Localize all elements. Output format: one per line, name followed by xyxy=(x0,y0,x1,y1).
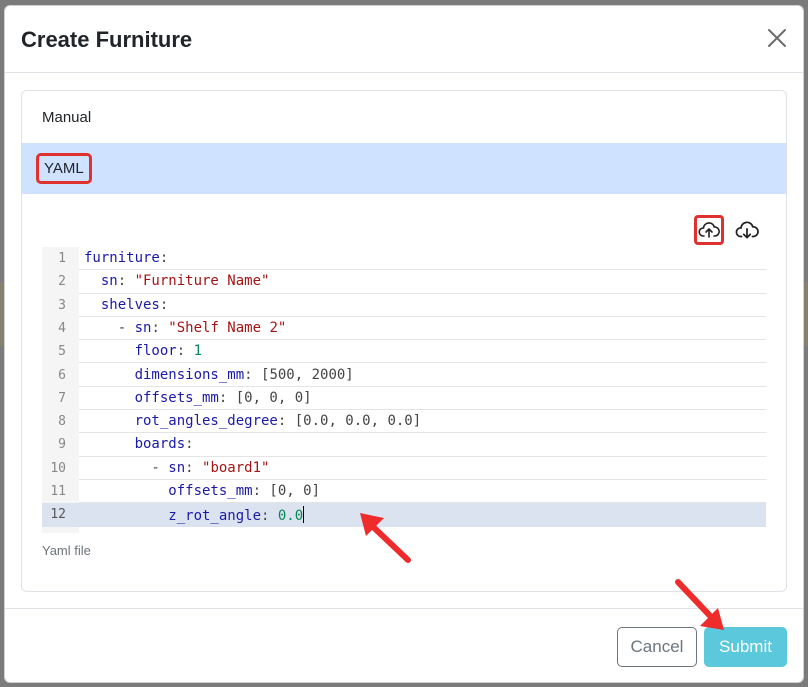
modal-title: Create Furniture xyxy=(21,27,193,52)
code-text: boards: xyxy=(84,436,194,453)
line-number: 7 xyxy=(58,390,66,406)
code-text: shelves: xyxy=(84,296,169,313)
line-number: 2 xyxy=(58,274,66,290)
create-furniture-dialog: Create Furniture Manual YAML 1 furniture… xyxy=(4,5,804,683)
code-line[interactable]: 12 z_rot_angle: 0.0 xyxy=(42,503,766,527)
code-text: offsets_mm: [0, 0] xyxy=(84,483,321,499)
tab-manual-label: Manual xyxy=(42,109,92,126)
line-number: 4 xyxy=(58,320,66,336)
line-number: 5 xyxy=(58,344,66,360)
line-number: 10 xyxy=(50,460,66,476)
code-line[interactable]: 11 offsets_mm: [0, 0] xyxy=(42,480,766,504)
line-number: 3 xyxy=(58,297,66,313)
code-text: - sn: "board1" xyxy=(84,459,270,476)
close-button[interactable] xyxy=(765,26,789,50)
code-text: z_rot_angle: 0.0 xyxy=(84,506,305,525)
code-text: furniture: xyxy=(84,250,169,266)
download-yaml-button[interactable] xyxy=(734,217,760,243)
cancel-button[interactable]: Cancel xyxy=(617,627,697,667)
code-text: dimensions_mm: [500, 2000] xyxy=(84,366,354,383)
line-number: 9 xyxy=(58,437,66,453)
yaml-file-hint: Yaml file xyxy=(42,543,91,558)
code-line[interactable]: 4 - sn: "Shelf Name 2" xyxy=(42,317,766,341)
yaml-code-editor[interactable]: 1 furniture: 2 sn: "Furniture Name" 3 shelv… xyxy=(42,247,766,533)
line-number: 1 xyxy=(58,251,66,266)
cloud-download-icon xyxy=(735,221,759,239)
modal-header: Create Furniture xyxy=(5,6,803,73)
line-number: 6 xyxy=(58,367,66,383)
code-text: sn: "Furniture Name" xyxy=(84,273,270,290)
code-line[interactable]: 8 rot_angles_degree: [0.0, 0.0, 0.0] xyxy=(42,410,766,434)
modal-footer: Cancel Submit xyxy=(5,608,803,682)
code-text: - sn: "Shelf Name 2" xyxy=(84,319,287,336)
code-line[interactable]: 3 shelves: xyxy=(42,294,766,317)
upload-yaml-button[interactable] xyxy=(694,215,724,245)
code-line[interactable]: 2 sn: "Furniture Name" xyxy=(42,270,766,294)
code-text: offsets_mm: [0, 0, 0] xyxy=(84,389,312,406)
code-line[interactable]: 5 floor: 1 xyxy=(42,340,766,364)
close-icon xyxy=(768,29,786,47)
code-line[interactable]: 10 - sn: "board1" xyxy=(42,457,766,480)
line-number: 11 xyxy=(50,484,66,499)
code-text: rot_angles_degree: [0.0, 0.0, 0.0] xyxy=(84,413,422,430)
tab-manual[interactable]: Manual xyxy=(22,91,786,143)
line-number: 12 xyxy=(50,507,66,523)
code-line[interactable]: 1 furniture: xyxy=(42,247,766,271)
code-line[interactable]: 7 offsets_mm: [0, 0, 0] xyxy=(42,387,766,411)
text-cursor xyxy=(303,506,305,524)
input-mode-panel: Manual YAML 1 furniture: 2 sn: "Furniture … xyxy=(21,90,787,592)
code-line[interactable]: 6 dimensions_mm: [500, 2000] xyxy=(42,364,766,387)
code-text: floor: 1 xyxy=(84,343,203,360)
cloud-upload-icon xyxy=(698,222,720,238)
code-line[interactable]: 9 boards: xyxy=(42,433,766,457)
tab-yaml[interactable]: YAML xyxy=(22,143,786,194)
submit-button[interactable]: Submit xyxy=(704,627,787,667)
line-number: 8 xyxy=(58,414,66,430)
tab-yaml-label: YAML xyxy=(36,153,92,184)
